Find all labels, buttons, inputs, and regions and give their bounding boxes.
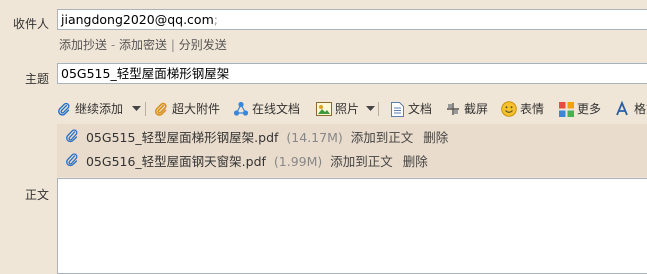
delete-attachment-link[interactable]: 删除 xyxy=(423,130,448,145)
body-label: 正文 xyxy=(24,188,49,202)
subject-label: 主题 xyxy=(24,72,49,86)
more-label: 更多 xyxy=(577,102,602,116)
smiley-icon xyxy=(501,101,517,117)
separate-send-link[interactable]: 分别发送 xyxy=(179,38,227,52)
subject-input[interactable]: 05G515_轻型屋面梯形钢屋架 xyxy=(57,63,647,84)
body-editor[interactable] xyxy=(57,178,647,274)
chevron-down-icon xyxy=(365,106,375,111)
toolbar-divider xyxy=(145,102,146,116)
toolbar-divider xyxy=(378,102,379,116)
attachment-size: (1.99M) xyxy=(273,154,323,169)
big-paperclip-icon xyxy=(153,101,169,117)
attach-button[interactable]: 继续添加 xyxy=(56,99,123,119)
online-doc-label: 在线文档 xyxy=(252,102,301,116)
photo-label: 照片 xyxy=(335,102,360,116)
format-label: 格式 xyxy=(634,102,647,116)
add-cc-link[interactable]: 添加抄送 xyxy=(59,38,107,52)
attachment-size: (14.17M) xyxy=(286,130,343,145)
add-to-body-link[interactable]: 添加到正文 xyxy=(351,130,414,145)
link-pipe-separator: | xyxy=(170,38,175,52)
to-label: 收件人 xyxy=(12,17,49,31)
attach-dropdown-caret[interactable] xyxy=(130,99,142,119)
paperclip-icon xyxy=(56,101,72,117)
recipient-options: 添加抄送 - 添加密送 | 分别发送 xyxy=(59,36,227,53)
attachment-filename[interactable]: 05G515_轻型屋面梯形钢屋架.pdf xyxy=(86,130,278,145)
share-nodes-icon xyxy=(233,101,249,117)
text-format-icon xyxy=(615,101,631,117)
emoji-button[interactable]: 表情 xyxy=(501,99,544,119)
paperclip-icon xyxy=(66,152,78,173)
attachment-list: 05G515_轻型屋面梯形钢屋架.pdf (14.17M) 添加到正文 删除 0… xyxy=(57,124,647,177)
attachment-item: 05G516_轻型屋面钢天窗架.pdf (1.99M) 添加到正文 删除 xyxy=(66,152,428,172)
scissors-icon xyxy=(445,101,461,117)
add-to-body-link[interactable]: 添加到正文 xyxy=(330,154,393,169)
doc-button[interactable]: 文档 xyxy=(389,99,432,119)
link-dash-separator: - xyxy=(110,38,116,52)
online-doc-button[interactable]: 在线文档 xyxy=(233,99,300,119)
screenshot-label: 截屏 xyxy=(464,102,489,116)
doc-label: 文档 xyxy=(408,102,433,116)
more-button[interactable]: 更多 xyxy=(558,99,601,119)
to-field[interactable]: jiangdong2020@qq.com; xyxy=(57,9,647,30)
paperclip-icon xyxy=(66,128,78,149)
attachment-item: 05G515_轻型屋面梯形钢屋架.pdf (14.17M) 添加到正文 删除 xyxy=(66,128,448,148)
delete-attachment-link[interactable]: 删除 xyxy=(403,154,428,169)
attachment-filename[interactable]: 05G516_轻型屋面钢天窗架.pdf xyxy=(86,154,266,169)
format-button[interactable]: 格式 xyxy=(615,99,647,119)
attach-label: 继续添加 xyxy=(75,102,124,116)
recipient-address[interactable]: jiangdong2020@qq.com xyxy=(61,12,214,27)
photo-dropdown-caret[interactable] xyxy=(364,99,376,119)
grid-icon xyxy=(558,101,574,117)
add-bcc-link[interactable]: 添加密送 xyxy=(119,38,167,52)
recipient-separator: ; xyxy=(213,12,218,27)
document-icon xyxy=(389,101,405,117)
photo-icon xyxy=(316,101,332,117)
chevron-down-icon xyxy=(131,106,141,111)
screenshot-button[interactable]: 截屏 xyxy=(445,99,488,119)
photo-button[interactable]: 照片 xyxy=(316,99,359,119)
emoji-label: 表情 xyxy=(520,102,545,116)
big-attachment-label: 超大附件 xyxy=(172,102,221,116)
big-attachment-button[interactable]: 超大附件 xyxy=(153,99,220,119)
